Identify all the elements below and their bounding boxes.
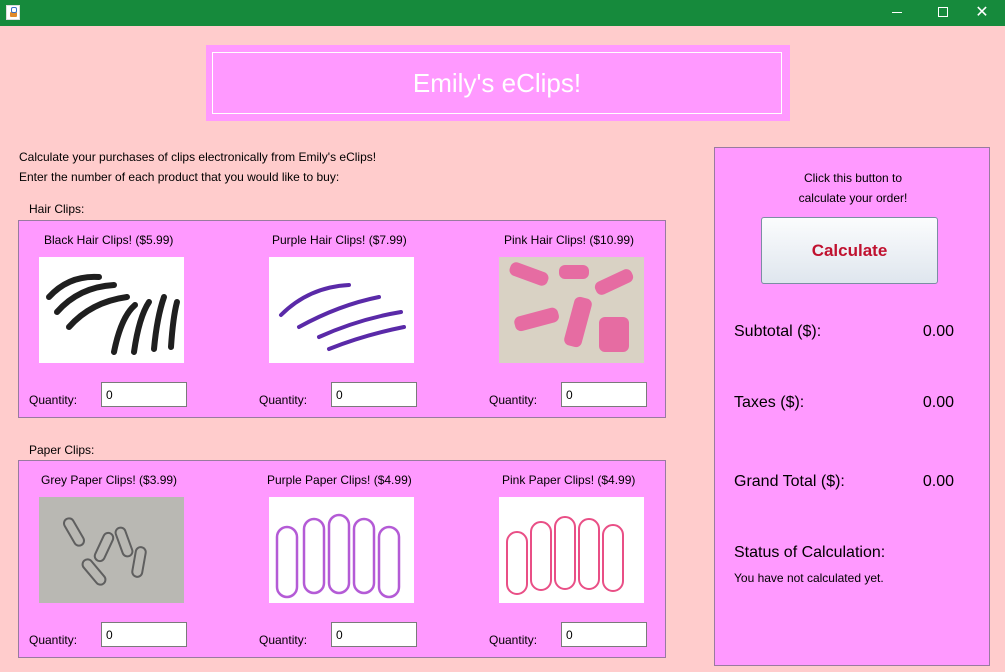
subtotal-value: 0.00: [922, 323, 954, 340]
instruction-line-1: Calculate your purchases of clips electr…: [19, 150, 377, 164]
product-label-black-hair: Black Hair Clips! ($5.99): [44, 233, 174, 247]
quantity-label: Quantity:: [29, 633, 78, 647]
title-bar: ✕: [0, 0, 1005, 26]
purple-hair-clips-image: [269, 257, 414, 363]
purple-hair-quantity-input[interactable]: [331, 382, 417, 407]
hair-clips-panel: Black Hair Clips! ($5.99) Quantity: Purp…: [18, 220, 666, 418]
product-label-purple-hair: Purple Hair Clips! ($7.99): [272, 233, 407, 247]
quantity-label: Quantity:: [259, 393, 308, 407]
minimize-button[interactable]: [874, 0, 920, 26]
pink-hair-quantity-input[interactable]: [561, 382, 647, 407]
product-label-pink-paper: Pink Paper Clips! ($4.99): [502, 473, 636, 487]
close-button[interactable]: ✕: [959, 0, 1005, 26]
status-message: You have not calculated yet.: [734, 571, 884, 585]
quantity-label: Quantity:: [29, 393, 78, 407]
java-app-icon: [6, 5, 20, 20]
pink-hair-clips-image: [499, 257, 644, 363]
product-label-pink-hair: Pink Hair Clips! ($10.99): [504, 233, 635, 247]
grand-total-label: Grand Total ($):: [734, 473, 845, 490]
black-hair-quantity-input[interactable]: [101, 382, 187, 407]
quantity-label: Quantity:: [259, 633, 308, 647]
status-label: Status of Calculation:: [734, 544, 886, 561]
grand-total-value: 0.00: [922, 473, 954, 490]
purple-paper-quantity-input[interactable]: [331, 622, 417, 647]
taxes-value: 0.00: [922, 394, 954, 411]
pink-paper-quantity-input[interactable]: [561, 622, 647, 647]
minimize-icon: [892, 12, 902, 13]
taxes-label: Taxes ($):: [734, 394, 805, 411]
grey-paper-clips-image: [39, 497, 184, 603]
paper-clips-panel: Grey Paper Clips! ($3.99) Quantity: Purp…: [18, 460, 666, 658]
instruction-line-2: Enter the number of each product that yo…: [19, 170, 340, 184]
quantity-label: Quantity:: [489, 633, 538, 647]
pink-paper-clips-image: [499, 497, 644, 603]
paper-clips-section-label: Paper Clips:: [29, 443, 95, 457]
product-label-purple-paper: Purple Paper Clips! ($4.99): [267, 473, 412, 487]
title-banner: Emily's eClips!: [206, 45, 790, 121]
calculation-panel: Click this button to calculate your orde…: [714, 147, 990, 666]
subtotal-label: Subtotal ($):: [734, 323, 822, 340]
close-icon: ✕: [975, 4, 989, 21]
calculate-hint-line-1: Click this button to: [803, 171, 903, 185]
quantity-label: Quantity:: [489, 393, 538, 407]
calculate-hint: Click this button to calculate your orde…: [715, 168, 991, 208]
calculate-hint-line-2: calculate your order!: [798, 191, 908, 205]
page-title: Emily's eClips!: [212, 52, 782, 114]
calculate-button[interactable]: Calculate: [761, 217, 938, 284]
black-hair-clips-image: [39, 257, 184, 363]
product-label-grey-paper: Grey Paper Clips! ($3.99): [41, 473, 178, 487]
purple-paper-clips-image: [269, 497, 414, 603]
maximize-icon: [938, 7, 948, 17]
grey-paper-quantity-input[interactable]: [101, 622, 187, 647]
hair-clips-section-label: Hair Clips:: [29, 202, 85, 216]
